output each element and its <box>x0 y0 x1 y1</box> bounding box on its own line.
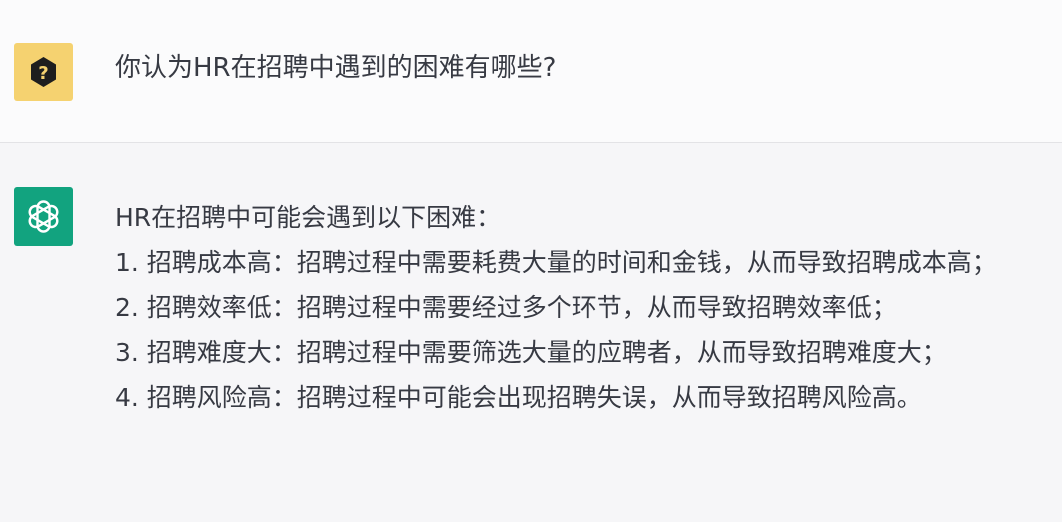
assistant-list-item: 1. 招聘成本高：招聘过程中需要耗费大量的时间和金钱，从而导致招聘成本高； <box>115 248 997 277</box>
assistant-message-row: HR在招聘中可能会遇到以下困难： 1. 招聘成本高：招聘过程中需要耗费大量的时间… <box>0 143 1062 522</box>
chat-page: ? 你认为HR在招聘中遇到的困难有哪些? HR在招聘中可能会遇到以下困难： 1.… <box>0 0 1062 522</box>
assistant-intro: HR在招聘中可能会遇到以下困难： <box>115 203 502 232</box>
openai-logo-icon <box>28 200 59 233</box>
svg-text:?: ? <box>38 63 48 84</box>
question-mark-hexagon-icon: ? <box>31 57 56 87</box>
assistant-list-item: 4. 招聘风险高：招聘过程中可能会出现招聘失误，从而导致招聘风险高。 <box>115 383 922 412</box>
assistant-list-item: 2. 招聘效率低：招聘过程中需要经过多个环节，从而导致招聘效率低； <box>115 293 897 322</box>
user-message-text: 你认为HR在招聘中遇到的困难有哪些? <box>115 53 557 83</box>
assistant-list-item: 3. 招聘难度大：招聘过程中需要筛选大量的应聘者，从而导致招聘难度大； <box>115 338 947 367</box>
assistant-avatar <box>14 187 73 246</box>
user-message-row: ? 你认为HR在招聘中遇到的困难有哪些? <box>0 0 1062 143</box>
user-avatar: ? <box>14 43 73 101</box>
assistant-message-text: HR在招聘中可能会遇到以下困难： 1. 招聘成本高：招聘过程中需要耗费大量的时间… <box>115 195 1045 420</box>
